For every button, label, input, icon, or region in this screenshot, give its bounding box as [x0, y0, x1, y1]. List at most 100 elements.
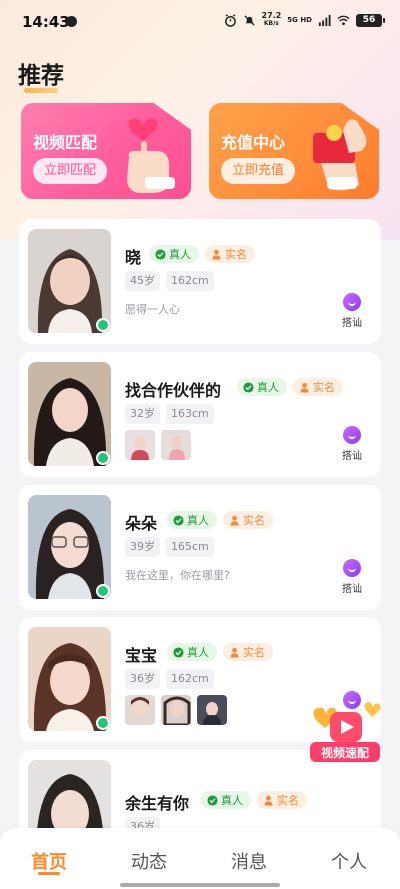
video-match-banner[interactable]: 视频匹配 立即匹配	[21, 103, 191, 199]
nav-home[interactable]: 首页	[19, 848, 79, 874]
online-status-dot	[96, 318, 110, 332]
user-name: 宝宝	[125, 646, 158, 665]
wifi-icon	[337, 15, 350, 25]
user-card[interactable]: 找合作伙伴的 真人 实名 32岁 163cm 搭讪	[19, 352, 381, 477]
photo-thumbnail[interactable]	[161, 695, 191, 725]
person-icon	[230, 647, 239, 658]
real-name-badge: 实名	[257, 791, 307, 809]
nav-messages[interactable]: 消息	[219, 848, 279, 874]
user-height: 162cm	[166, 271, 214, 291]
real-name-badge: 实名	[205, 245, 255, 263]
greet-button[interactable]: 搭讪	[333, 293, 371, 335]
real-person-label: 真人	[257, 381, 279, 394]
net-speed: 27.2 KB/s	[262, 12, 282, 28]
photo-thumbnail[interactable]	[125, 695, 155, 725]
title-underline	[24, 88, 58, 93]
real-name-badge: 实名	[293, 378, 343, 396]
heart-hand-icon	[127, 118, 175, 193]
check-circle-icon	[207, 794, 218, 806]
recharge-now-button[interactable]: 立即充值	[221, 158, 295, 184]
person-icon	[212, 249, 221, 260]
smile-chat-icon	[343, 426, 361, 444]
chat-notification-icon	[66, 16, 77, 27]
nav-active-indicator	[38, 872, 60, 875]
real-person-label: 真人	[187, 514, 209, 527]
user-avatar[interactable]	[28, 229, 111, 333]
user-stats: 32岁 163cm	[125, 404, 214, 424]
check-circle-icon	[155, 248, 166, 260]
greet-label: 搭讪	[342, 318, 362, 329]
page-title: 推荐	[18, 63, 64, 89]
photo-thumbnail[interactable]	[197, 695, 227, 725]
check-circle-icon	[173, 646, 184, 658]
user-age: 32岁	[125, 404, 160, 424]
greet-label: 搭讪	[342, 451, 362, 462]
user-age: 36岁	[125, 669, 160, 689]
real-person-badge: 真人	[167, 643, 217, 661]
bottom-navigation: 首页 动态 消息 个人	[0, 828, 400, 889]
nav-moments[interactable]: 动态	[119, 848, 179, 874]
real-name-label: 实名	[243, 646, 265, 659]
photo-thumbnail[interactable]	[125, 430, 155, 460]
user-card[interactable]: 朵朵 真人 实名 39岁 165cm 我在这里，你在哪里? 搭讪	[19, 485, 381, 610]
net-speed-value: 27.2	[261, 11, 282, 20]
user-motto: 我在这里，你在哪里?	[125, 569, 230, 582]
user-height: 165cm	[166, 537, 214, 557]
real-name-badge: 实名	[223, 643, 273, 661]
online-status-dot	[96, 451, 110, 465]
real-person-badge: 真人	[149, 245, 199, 263]
battery-icon: 56	[356, 13, 385, 27]
net-speed-unit: KB/s	[263, 20, 279, 27]
person-icon	[230, 515, 239, 526]
real-name-label: 实名	[225, 248, 247, 261]
real-person-badge: 真人	[201, 791, 251, 809]
user-avatar[interactable]	[28, 627, 111, 731]
user-avatar[interactable]	[28, 362, 111, 466]
user-height: 163cm	[166, 404, 214, 424]
user-card[interactable]: 晓 真人 实名 45岁 162cm 愿得一人心 搭讪	[19, 219, 381, 344]
real-person-label: 真人	[169, 248, 191, 261]
user-age: 39岁	[125, 537, 160, 557]
user-height: 162cm	[166, 669, 214, 689]
real-name-label: 实名	[313, 381, 335, 394]
user-tags: 真人 实名	[149, 245, 255, 263]
status-time: 14:43	[22, 13, 70, 31]
recharge-title: 充值中心	[221, 133, 286, 152]
user-tags: 真人 实名	[201, 791, 307, 809]
person-icon	[264, 795, 273, 806]
online-status-dot	[96, 584, 110, 598]
real-person-badge: 真人	[167, 511, 217, 529]
user-tags: 真人 实名	[167, 511, 273, 529]
user-motto: 愿得一人心	[125, 303, 180, 316]
user-avatar[interactable]	[28, 495, 111, 599]
check-circle-icon	[173, 514, 184, 526]
greet-button[interactable]: 搭讪	[333, 559, 371, 601]
user-tags: 真人 实名	[167, 643, 273, 661]
real-person-label: 真人	[187, 646, 209, 659]
real-name-badge: 实名	[223, 511, 273, 529]
greet-button[interactable]: 搭讪	[333, 426, 371, 468]
user-stats: 36岁 162cm	[125, 669, 214, 689]
video-match-title: 视频匹配	[33, 133, 98, 152]
mute-bell-icon	[243, 14, 255, 26]
home-indicator	[120, 883, 280, 887]
recharge-center-banner[interactable]: 充值中心 立即充值	[209, 103, 379, 199]
real-name-label: 实名	[277, 794, 299, 807]
match-now-button[interactable]: 立即匹配	[33, 158, 107, 184]
user-name: 朵朵	[125, 514, 158, 533]
user-photos	[125, 695, 227, 725]
user-stats: 45岁 162cm	[125, 271, 214, 291]
user-name: 找合作伙伴的	[125, 381, 222, 400]
video-speed-match-badge[interactable]: 视频速配	[306, 700, 384, 764]
user-stats: 39岁 165cm	[125, 537, 214, 557]
real-name-label: 实名	[243, 514, 265, 527]
video-speed-match-label: 视频速配	[321, 745, 369, 760]
real-person-label: 真人	[221, 794, 243, 807]
user-photos	[125, 430, 191, 460]
status-icons: 27.2 KB/s 5G HD 56	[224, 12, 385, 28]
nav-profile[interactable]: 个人	[319, 848, 379, 874]
user-name: 余生有你	[125, 794, 190, 813]
person-icon	[300, 382, 309, 393]
photo-thumbnail[interactable]	[161, 430, 191, 460]
network-type: 5G HD	[287, 15, 312, 24]
